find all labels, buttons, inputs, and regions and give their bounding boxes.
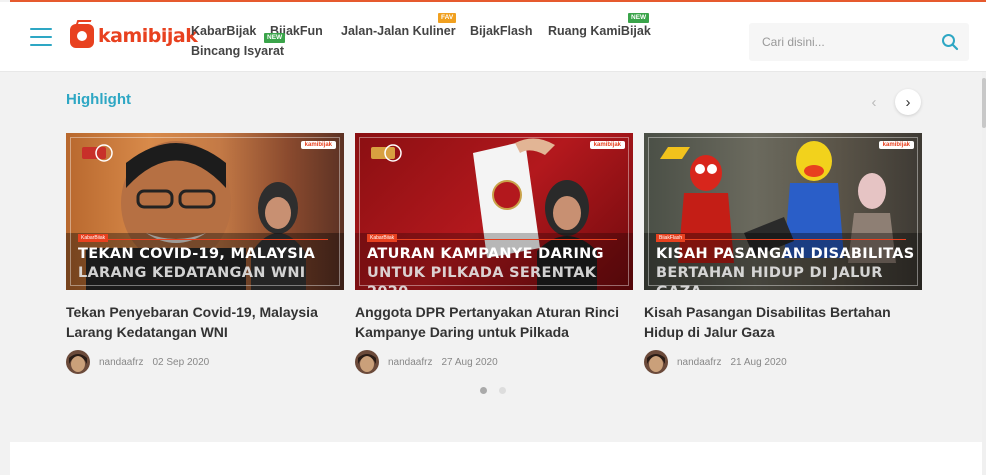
highlight-card: kamibijak BijakFlash KISAH PASANGAN DISA… [644,133,922,374]
scrollbar-thumb[interactable] [982,78,986,128]
author-avatar[interactable] [66,350,90,374]
image-logo-chip: kamibijak [300,141,336,149]
search-box [749,23,969,61]
image-divider [78,239,328,240]
nav-item-jalan-jalan-kuliner[interactable]: Jalan-Jalan Kuliner [341,24,456,38]
author-name[interactable]: nandaafrz [99,357,143,368]
author-name[interactable]: nandaafrz [388,357,432,368]
bijak-sticker-icon [371,144,402,162]
highlight-section: Highlight ‹ › kamibijak KabarBijak TEKAN… [10,72,982,442]
publish-date: 02 Sep 2020 [152,356,210,368]
image-headline: KISAH PASANGAN DISABILITAS BERTAHAN HIDU… [656,245,916,290]
carousel-dot-1[interactable] [480,387,487,394]
article-meta: nandaafrz 27 Aug 2020 [355,350,633,374]
publish-date: 27 Aug 2020 [441,356,498,368]
article-title[interactable]: Tekan Penyebaran Covid-19, Malaysia Lara… [66,302,344,342]
highlight-card: kamibijak KabarBijak ATURAN KAMPANYE DAR… [355,133,633,374]
image-headline-line1: ATURAN KAMPANYE DARING [367,246,604,262]
article-thumbnail[interactable]: kamibijak BijakFlash KISAH PASANGAN DISA… [644,133,922,290]
image-headline-line2: LARANG KEDATANGAN WNI [78,265,306,281]
new-badge: NEW [628,13,650,23]
image-headline-line1: TEKAN COVID-19, MALAYSIA [78,246,316,262]
image-headline: TEKAN COVID-19, MALAYSIA LARANG KEDATANG… [78,245,338,283]
publish-date: 21 Aug 2020 [730,356,787,368]
article-meta: nandaafrz 02 Sep 2020 [66,350,344,374]
image-divider [656,239,906,240]
image-logo-chip: kamibijak [878,141,914,149]
image-headline: ATURAN KAMPANYE DARING UNTUK PILKADA SER… [367,245,627,290]
nav-item-kabarbijak[interactable]: KabarBijak [191,24,256,38]
image-headline-line1: KISAH PASANGAN DISABILITAS [656,246,915,262]
main-navigation: KabarBijak BijakFun NEW Jalan-Jalan Kuli… [191,13,661,64]
flash-sticker-icon [660,147,690,159]
author-avatar[interactable] [644,350,668,374]
content-panel [10,442,982,475]
page-scrollbar[interactable] [982,72,986,475]
brand-logo[interactable]: kamibijak [70,24,198,48]
carousel-prev-button[interactable]: ‹ [861,89,887,115]
image-headline-line2: UNTUK PILKADA SERENTAK 2020 [367,265,597,290]
image-category-tag: KabarBijak [78,234,109,242]
logo-text: kamibijak [98,25,198,47]
nav-item-bijakflash[interactable]: BijakFlash [470,24,533,38]
section-title: Highlight [66,91,131,108]
logo-tv-icon [70,24,94,48]
article-title[interactable]: Kisah Pasangan Disabilitas Bertahan Hidu… [644,302,922,342]
nav-item-bincang-isyarat[interactable]: Bincang Isyarat [191,44,284,58]
top-navbar: kamibijak KabarBijak BijakFun NEW Jalan-… [0,2,986,72]
author-name[interactable]: nandaafrz [677,357,721,368]
bijak-sticker-icon [82,144,113,162]
new-badge: NEW [264,33,286,43]
article-title[interactable]: Anggota DPR Pertanyakan Aturan Rinci Kam… [355,302,633,342]
menu-hamburger-icon[interactable] [30,28,52,46]
image-logo-chip: kamibijak [589,141,625,149]
image-headline-line2: BERTAHAN HIDUP DI JALUR GAZA [656,265,883,290]
article-thumbnail[interactable]: kamibijak KabarBijak ATURAN KAMPANYE DAR… [355,133,633,290]
search-icon[interactable] [941,33,959,51]
image-category-tag: BijakFlash [656,234,686,242]
carousel-next-button[interactable]: › [895,89,921,115]
highlight-card: kamibijak KabarBijak TEKAN COVID-19, MAL… [66,133,344,374]
nav-item-ruang-kamibijak[interactable]: Ruang KamiBijak [548,24,651,38]
author-avatar[interactable] [355,350,379,374]
fav-badge: FAV [438,13,457,23]
search-input[interactable] [749,23,929,61]
article-meta: nandaafrz 21 Aug 2020 [644,350,922,374]
carousel-pagination [480,387,518,394]
image-category-tag: KabarBijak [367,234,398,242]
article-thumbnail[interactable]: kamibijak KabarBijak TEKAN COVID-19, MAL… [66,133,344,290]
carousel-dot-2[interactable] [499,387,506,394]
image-divider [367,239,617,240]
